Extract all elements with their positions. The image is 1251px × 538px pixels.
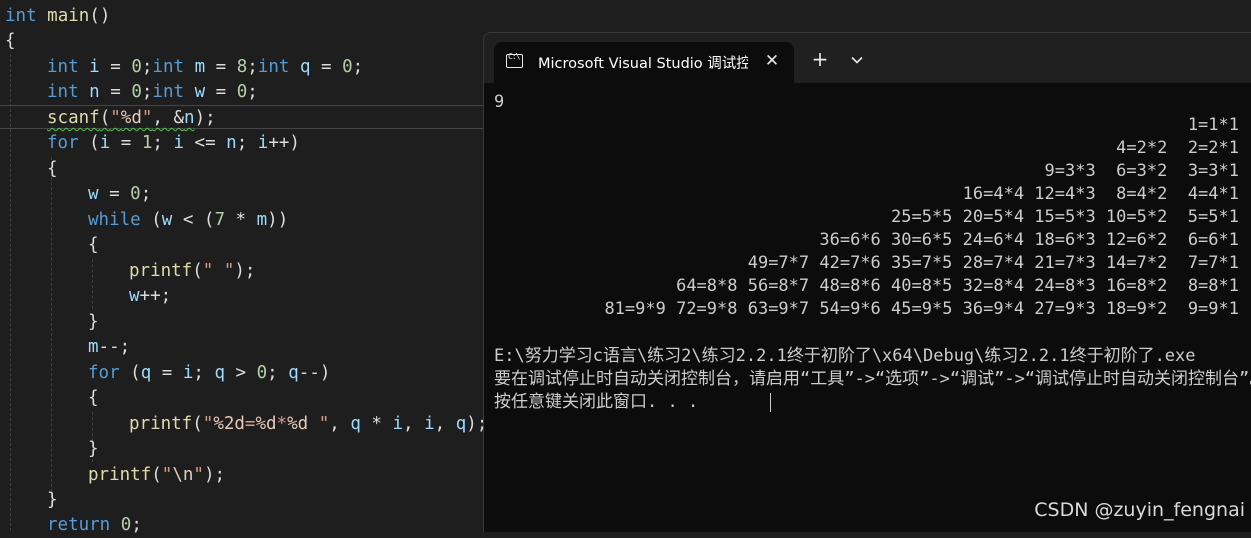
- console-icon: C:\: [506, 52, 523, 68]
- console-cursor: [770, 393, 771, 412]
- indent-guide: [92, 259, 93, 309]
- new-tab-button[interactable]: +: [807, 46, 833, 72]
- code-line-17[interactable]: printf("%2d=%d*%d ", q * i, i, q);: [129, 412, 487, 437]
- code-line-12[interactable]: w++;: [129, 284, 171, 309]
- code-line-13[interactable]: }: [88, 310, 99, 335]
- code-line-4[interactable]: int n = 0;int w = 0;: [47, 80, 258, 105]
- table-row: 49=7*7 42=7*6 35=7*5 28=7*4 21=7*3 14=7*…: [747, 253, 1239, 273]
- table-row: 36=6*6 30=6*5 24=6*4 18=6*3 12=6*2 6=6*1: [819, 230, 1239, 250]
- console-press-key-line: 按任意键关闭此窗口. . .: [494, 392, 699, 412]
- code-line-7[interactable]: {: [47, 157, 58, 182]
- code-line-1[interactable]: int main(): [5, 4, 110, 29]
- table-row: 16=4*4 12=4*3 8=4*2 4=4*1: [962, 184, 1239, 204]
- table-row: 4=2*2 2=2*1: [1116, 138, 1239, 158]
- code-line-5[interactable]: scanf("%d", &n);: [47, 106, 216, 131]
- table-row: 25=5*5 20=5*4 15=5*3 10=5*2 5=5*1: [891, 207, 1239, 227]
- tab-title: Microsoft Visual Studio 调试控制台: [538, 56, 748, 72]
- code-line-9[interactable]: while (w < (7 * m)): [88, 208, 288, 233]
- indent-guide: [51, 157, 52, 507]
- table-row: 9=3*3 6=3*2 3=3*1: [1044, 161, 1239, 181]
- code-line-19[interactable]: printf("\n");: [88, 463, 225, 488]
- code-line-21[interactable]: return 0;: [47, 513, 142, 538]
- console-tab[interactable]: C:\ Microsoft Visual Studio 调试控制台 ✕: [494, 42, 794, 83]
- console-input-echo: 9: [494, 92, 505, 112]
- chevron-down-icon[interactable]: [845, 48, 869, 72]
- console-icon-glyph: C:\: [508, 52, 520, 61]
- code-line-8[interactable]: w = 0;: [88, 182, 151, 207]
- table-row: 1=1*1: [1187, 115, 1239, 135]
- close-tab-icon[interactable]: ✕: [759, 48, 785, 74]
- code-line-2[interactable]: {: [5, 29, 16, 54]
- code-line-6[interactable]: for (i = 1; i <= n; i++): [47, 131, 300, 156]
- code-line-11[interactable]: printf(" ");: [129, 259, 255, 284]
- terminal-title-bar[interactable]: C:\ Microsoft Visual Studio 调试控制台 ✕ +: [484, 33, 1251, 83]
- code-line-16[interactable]: {: [88, 386, 99, 411]
- console-exe-path: E:\努力学习c语言\练习2\练习2.2.1终于初阶了\x64\Debug\练习…: [494, 346, 1196, 366]
- code-line-20[interactable]: }: [47, 488, 58, 513]
- console-output[interactable]: 9 1=1*1 4=2*2 2=2*1 9=3*3 6=3*2 3=3*1 16=4*…: [484, 83, 1251, 532]
- console-hint-line: 要在调试停止时自动关闭控制台，请启用“工具”->“选项”->“调试”->“调试停…: [494, 369, 1251, 389]
- code-line-3[interactable]: int i = 0;int m = 8;int q = 0;: [47, 55, 363, 80]
- debug-console-window[interactable]: C:\ Microsoft Visual Studio 调试控制台 ✕ + 9 …: [483, 32, 1251, 532]
- code-line-14[interactable]: m--;: [88, 335, 130, 360]
- code-line-18[interactable]: }: [88, 437, 99, 462]
- indent-guide: [10, 54, 11, 531]
- table-row: 81=9*9 72=9*8 63=9*7 54=9*6 45=9*5 36=9*…: [604, 299, 1239, 319]
- code-line-10[interactable]: {: [88, 233, 99, 258]
- watermark: CSDN @zuyin_fengnai: [1034, 499, 1245, 521]
- code-line-15[interactable]: for (q = i; q > 0; q--): [88, 361, 330, 386]
- table-row: 64=8*8 56=8*7 48=8*6 40=8*5 32=8*4 24=8*…: [676, 276, 1239, 296]
